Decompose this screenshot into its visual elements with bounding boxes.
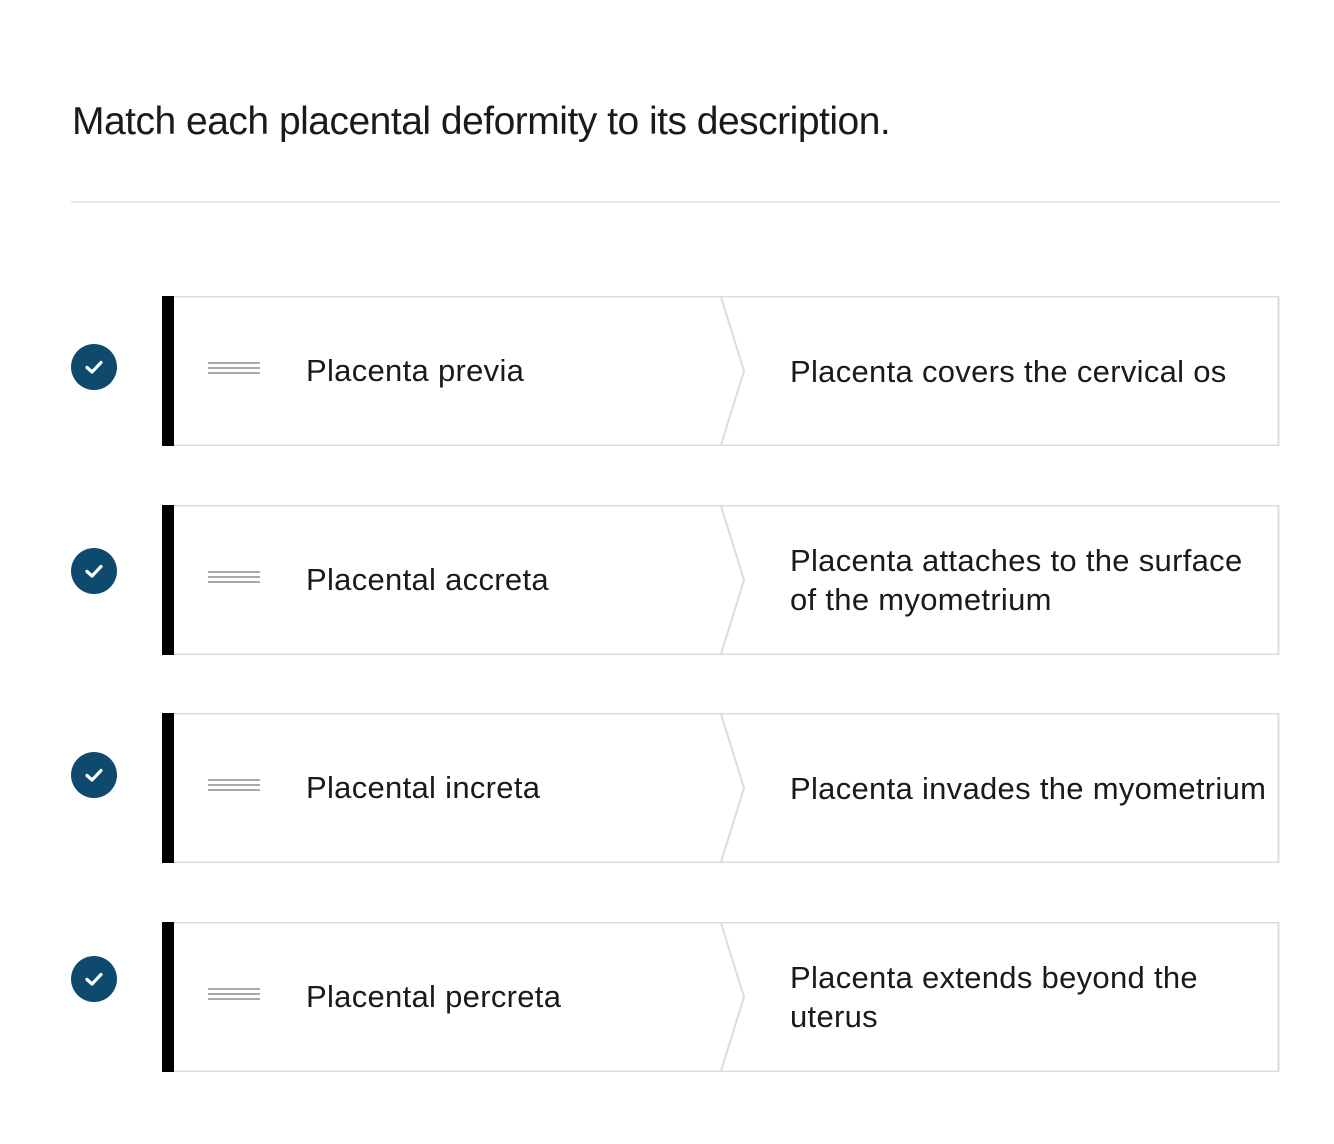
term-label[interactable]: Placenta previa xyxy=(306,296,716,446)
term-label[interactable]: Placental percreta xyxy=(306,922,716,1072)
match-row: Placental increta Placenta invades the m… xyxy=(0,713,1334,863)
description-label: Placenta invades the myometrium xyxy=(790,770,1267,806)
description-label: Placenta attaches to the surface of the … xyxy=(790,543,1243,617)
correct-check-icon xyxy=(71,548,117,594)
divider xyxy=(71,201,1280,203)
term-label[interactable]: Placental increta xyxy=(306,713,716,863)
drag-handle-icon[interactable] xyxy=(208,988,260,1002)
correct-check-icon xyxy=(71,752,117,798)
match-pair-card: Placental percreta Placenta extends beyo… xyxy=(162,922,1280,1072)
question-prompt: Match each placental deformity to its de… xyxy=(72,100,891,143)
match-row: Placental percreta Placenta extends beyo… xyxy=(0,922,1334,1072)
description-label: Placenta extends beyond the uterus xyxy=(790,960,1198,1034)
drag-handle-icon[interactable] xyxy=(208,362,260,376)
match-pair-card: Placental accreta Placenta attaches to t… xyxy=(162,505,1280,655)
correct-check-icon xyxy=(71,956,117,1002)
term-label[interactable]: Placental accreta xyxy=(306,505,716,655)
drag-handle-icon[interactable] xyxy=(208,571,260,585)
match-row: Placental accreta Placenta attaches to t… xyxy=(0,505,1334,655)
match-row: Placenta previa Placenta covers the cerv… xyxy=(0,296,1334,446)
match-pair-card: Placental increta Placenta invades the m… xyxy=(162,713,1280,863)
description-label: Placenta covers the cervical os xyxy=(790,353,1227,389)
match-pair-card: Placenta previa Placenta covers the cerv… xyxy=(162,296,1280,446)
correct-check-icon xyxy=(71,344,117,390)
drag-handle-icon[interactable] xyxy=(208,779,260,793)
